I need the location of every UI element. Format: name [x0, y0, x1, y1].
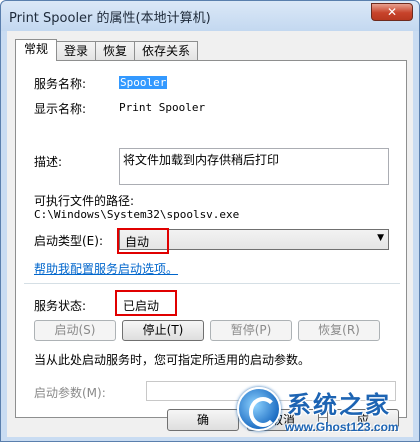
tab-general[interactable]: 常规	[15, 39, 58, 61]
start-params-label: 启动参数(M):	[34, 386, 106, 400]
chevron-down-icon: ▼	[377, 233, 384, 243]
service-name-label: 服务名称:	[34, 77, 87, 91]
exe-path-value: C:\Windows\System32\spoolsv.exe	[34, 208, 240, 221]
description-label: 描述:	[34, 155, 63, 169]
start-button[interactable]: 启动(S)	[34, 320, 116, 341]
status-label: 服务状态:	[34, 299, 87, 313]
service-name-value[interactable]: Spooler	[119, 76, 168, 89]
apply-button[interactable]: 应	[327, 409, 399, 431]
start-params-input[interactable]	[146, 381, 396, 401]
divider	[24, 283, 400, 284]
resume-button[interactable]: 恢复(R)	[298, 320, 380, 341]
stop-button[interactable]: 停止(T)	[122, 320, 204, 341]
exe-path-label: 可执行文件的路径:	[34, 194, 135, 208]
title-bar[interactable]: Print Spooler 的属性(本地计算机) ✕	[1, 1, 419, 31]
tab-strip: 常规 登录 恢复 依存关系	[15, 39, 199, 61]
highlight-box-status	[115, 290, 177, 316]
startup-type-label: 启动类型(E):	[34, 234, 103, 248]
pause-button[interactable]: 暂停(P)	[210, 320, 292, 341]
cancel-button[interactable]: 取消	[247, 409, 319, 431]
properties-window: Print Spooler 的属性(本地计算机) ✕ 常规 登录 恢复 依存关系…	[0, 0, 420, 442]
general-panel: 服务名称: Spooler 显示名称: Print Spooler 描述: 将文…	[15, 60, 407, 418]
dialog-client: 常规 登录 恢复 依存关系 服务名称: Spooler 显示名称: Print …	[7, 31, 413, 437]
highlight-box-startup	[117, 228, 169, 254]
close-button[interactable]: ✕	[371, 3, 413, 21]
window-title: Print Spooler 的属性(本地计算机)	[9, 11, 211, 26]
help-link[interactable]: 帮助我配置服务启动选项。	[34, 260, 178, 277]
tab-recovery[interactable]: 恢复	[95, 41, 136, 61]
display-name-label: 显示名称:	[34, 102, 87, 116]
tab-dependencies[interactable]: 依存关系	[134, 41, 199, 61]
display-name-value: Print Spooler	[119, 101, 206, 114]
tab-logon[interactable]: 登录	[56, 41, 97, 61]
close-icon: ✕	[386, 5, 398, 19]
description-field[interactable]: 将文件加载到内存供稍后打印	[119, 148, 389, 185]
service-name-selected: Spooler	[119, 76, 168, 89]
hint-text: 当从此处启动服务时，您可指定所适用的启动参数。	[34, 353, 311, 367]
ok-button[interactable]: 确	[167, 409, 239, 431]
